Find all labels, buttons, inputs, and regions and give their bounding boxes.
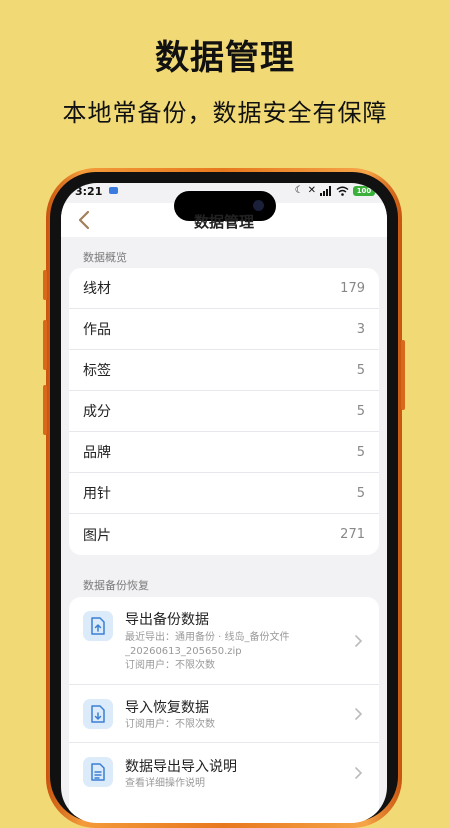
guide-title: 数据导出导入说明: [125, 759, 237, 775]
stat-value: 5: [356, 485, 365, 501]
backup-card: 导出备份数据 最近导出：通用备份 · 线岛_备份文件 _20260613_205…: [69, 597, 379, 823]
stat-label: 标签: [83, 363, 111, 379]
stat-label: 用针: [83, 486, 111, 502]
stat-label: 成分: [83, 404, 111, 420]
phone-volume-down-button: [43, 385, 47, 435]
notification-icon: [109, 187, 118, 194]
stat-label: 图片: [83, 527, 111, 544]
chevron-right-icon: [355, 635, 363, 647]
stat-row-yarn[interactable]: 线材 179: [69, 268, 379, 309]
export-description: 最近导出：通用备份 · 线岛_备份文件 _20260613_205650.zip…: [125, 631, 325, 673]
overview-card: 线材 179 作品 3 标签 5 成分 5 品牌 5 用针 5 图片 271: [69, 268, 379, 555]
guide-row[interactable]: 数据导出导入说明 查看详细操作说明: [69, 743, 379, 803]
stat-row-works[interactable]: 作品 3: [69, 309, 379, 350]
signal-icon: [320, 186, 331, 196]
camera-dot: [253, 200, 264, 211]
overview-section-header: 数据概览: [83, 251, 127, 264]
stat-value: 179: [340, 280, 365, 296]
stat-label: 品牌: [83, 445, 111, 461]
stat-row-images[interactable]: 图片 271: [69, 514, 379, 555]
import-description: 订阅用户：不限次数: [125, 719, 215, 730]
export-backup-row[interactable]: 导出备份数据 最近导出：通用备份 · 线岛_备份文件 _20260613_205…: [69, 597, 379, 685]
stat-value: 5: [356, 362, 365, 378]
hero-subtitle: 本地常备份，数据安全有保障: [62, 99, 388, 127]
battery-icon: 100: [353, 186, 375, 196]
phone-screen: 数据管理 3:21 ☾ ✕ 100 数据概览 线材 179 作品 3 标签 5 …: [61, 183, 387, 823]
status-time: 3:21: [75, 185, 103, 198]
page-title: 数据管理: [193, 213, 254, 231]
stat-row-brands[interactable]: 品牌 5: [69, 432, 379, 473]
backup-section-header: 数据备份恢复: [83, 579, 149, 592]
import-title: 导入恢复数据: [125, 700, 209, 716]
moon-icon: ☾: [294, 185, 304, 196]
phone-volume-up-button: [43, 320, 47, 370]
stat-row-tags[interactable]: 标签 5: [69, 350, 379, 391]
stat-value: 5: [356, 444, 365, 460]
chevron-right-icon: [355, 767, 363, 779]
import-restore-row[interactable]: 导入恢复数据 订阅用户：不限次数: [69, 685, 379, 743]
stat-row-composition[interactable]: 成分 5: [69, 391, 379, 432]
document-icon: [83, 757, 113, 787]
stat-value: 3: [356, 321, 365, 337]
wifi-icon: [336, 186, 349, 196]
export-last-line1: 最近导出：通用备份 · 线岛_备份文件: [125, 632, 290, 643]
mute-icon: ✕: [307, 185, 316, 196]
stat-value: 5: [356, 403, 365, 419]
stat-value: 271: [340, 527, 365, 542]
export-last-line2: _20260613_205650.zip: [125, 646, 242, 657]
guide-description: 查看详细操作说明: [125, 778, 205, 789]
export-file-icon: [83, 611, 113, 641]
stat-label: 作品: [83, 322, 111, 338]
import-file-icon: [83, 699, 113, 729]
export-title: 导出备份数据: [125, 612, 209, 628]
stat-row-needles[interactable]: 用针 5: [69, 473, 379, 514]
chevron-right-icon: [355, 708, 363, 720]
stat-label: 线材: [83, 281, 111, 297]
phone-side-button: [43, 270, 47, 300]
hero-title: 数据管理: [155, 38, 295, 78]
phone-power-button: [401, 340, 405, 410]
export-quota: 订阅用户：不限次数: [125, 660, 215, 671]
